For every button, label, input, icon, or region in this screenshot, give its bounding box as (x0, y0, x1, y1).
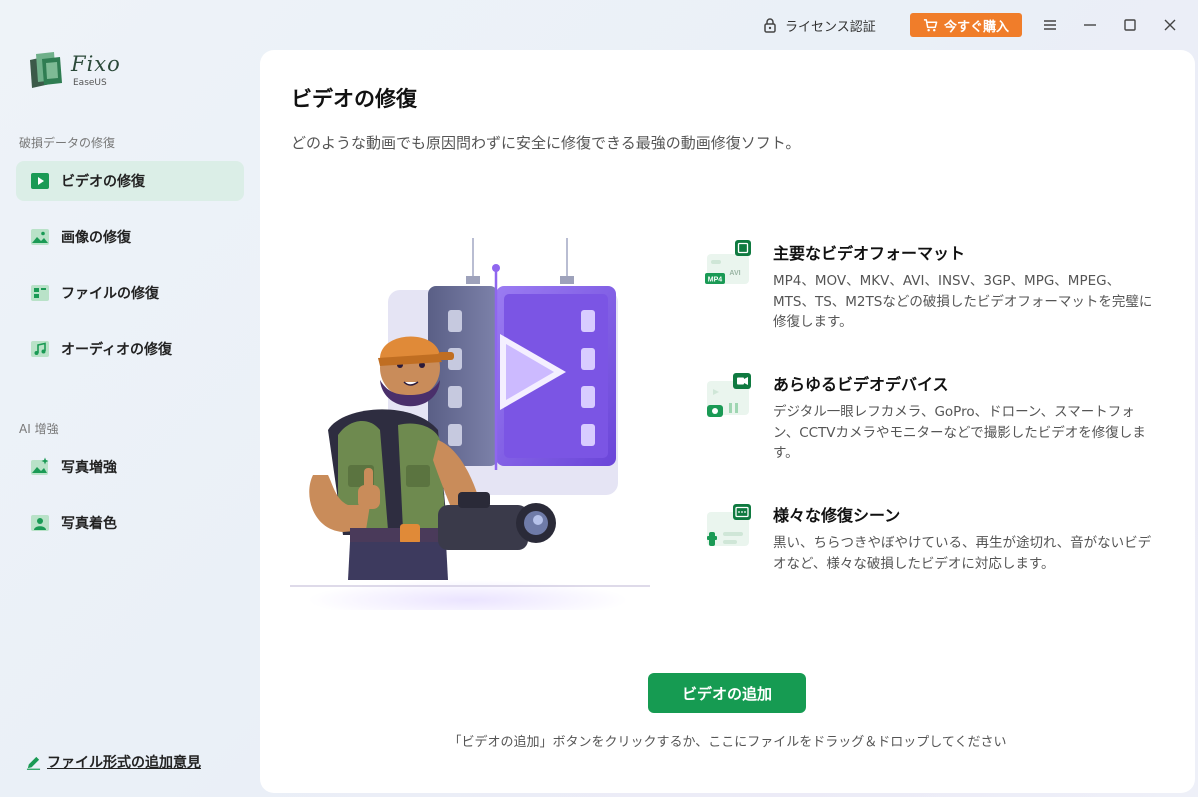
buy-now-button[interactable]: 今すぐ購入 (910, 13, 1022, 37)
page-description: どのような動画でも原因問わずに安全に修復できる最強の動画修復ソフト。 (291, 134, 801, 152)
close-button[interactable] (1157, 12, 1183, 38)
title-bar: ライセンス認証 今すぐ購入 (0, 0, 1198, 50)
section-label-ai: AI 增強 (19, 422, 59, 436)
menu-button[interactable] (1037, 12, 1063, 38)
sidebar-item-label: オーディオの修復 (61, 342, 173, 358)
feature-description: MP4、MOV、MKV、AVI、INSV、3GP、MPG、MPEG、MTS、TS… (773, 273, 1153, 330)
colorize-icon (31, 515, 49, 531)
sidebar-item-photo-colorize[interactable]: 写真着色 (16, 503, 244, 543)
image-icon (31, 229, 49, 245)
add-video-button[interactable]: ビデオの追加 (648, 673, 806, 713)
lock-icon (764, 18, 776, 33)
avi-badge: AVI (729, 270, 740, 277)
sidebar-item-video-repair[interactable]: ビデオの修復 (16, 161, 244, 201)
sidebar-item-label: 写真着色 (61, 516, 117, 532)
feature-title: 様々な修復シーン (773, 506, 901, 525)
sidebar-item-label: ビデオの修復 (61, 174, 145, 190)
app-logo: Fixo EaseUS (26, 50, 146, 92)
buy-now-label: 今すぐ購入 (943, 19, 1009, 35)
cart-icon (923, 18, 938, 31)
feature-description: 黒い、ちらつきやぼやけている、再生が途切れ、音がないビデオなど、様々な破損したビ… (773, 535, 1152, 572)
maximize-icon (1124, 19, 1136, 31)
drag-drop-hint: 「ビデオの追加」ボタンをクリックするか、ここにファイルをドラッグ＆ドロップしてく… (448, 735, 1007, 750)
pencil-icon (26, 756, 41, 770)
hamburger-icon (1044, 20, 1056, 30)
feature-title: 主要なビデオフォーマット (773, 244, 966, 263)
video-format-icon: MP4 AVI (705, 240, 751, 284)
feature-title: あらゆるビデオデバイス (773, 375, 949, 394)
play-icon (31, 173, 49, 189)
feature-repair-scenes: 様々な修復シーン 黒い、ちらつきやぼやけている、再生が途切れ、音がないビデオなど… (703, 502, 1163, 602)
section-label-repair: 破損データの修復 (19, 136, 116, 150)
sidebar-item-label: 画像の修復 (61, 230, 131, 246)
feature-video-devices: あらゆるビデオデバイス デジタル一眼レフカメラ、GoPro、ドローン、スマートフ… (703, 371, 1163, 471)
video-device-icon (707, 373, 751, 417)
license-label: ライセンス認証 (785, 19, 876, 35)
minimize-button[interactable] (1077, 12, 1103, 38)
sidebar-item-file-repair[interactable]: ファイルの修復 (16, 273, 244, 313)
video-repair-illustration (290, 238, 650, 610)
feature-description: デジタル一眼レフカメラ、GoPro、ドローン、スマートフォン、CCTVカメラやモ… (773, 404, 1146, 461)
sidebar-item-label: 写真増強 (61, 460, 117, 476)
sidebar-item-image-repair[interactable]: 画像の修復 (16, 217, 244, 257)
add-video-label: ビデオの追加 (681, 684, 772, 703)
sidebar-item-photo-enhance[interactable]: 写真増強 (16, 447, 244, 487)
repair-scene-icon (707, 504, 751, 546)
maximize-button[interactable] (1117, 12, 1143, 38)
music-icon (31, 341, 49, 357)
format-feedback-link[interactable]: ファイル形式の追加意見 (26, 752, 201, 772)
format-feedback-label: ファイル形式の追加意見 (47, 755, 201, 771)
app-name: Fixo (71, 52, 121, 76)
file-icon (31, 285, 49, 301)
license-activation-button[interactable]: ライセンス認証 (762, 14, 876, 36)
sidebar-item-audio-repair[interactable]: オーディオの修復 (16, 329, 244, 369)
sidebar-item-label: ファイルの修復 (61, 286, 159, 302)
page-title: ビデオの修復 (291, 87, 417, 111)
app-brand: EaseUS (73, 78, 107, 88)
minimize-icon (1084, 24, 1096, 26)
main-panel[interactable]: ビデオの修復 どのような動画でも原因問わずに安全に修復できる最強の動画修復ソフト… (260, 50, 1195, 793)
sparkle-image-icon (31, 457, 49, 475)
feature-video-formats: MP4 AVI 主要なビデオフォーマット MP4、MOV、MKV、AVI、INS… (703, 240, 1163, 340)
fixo-logo-icon (30, 52, 62, 88)
close-icon (1164, 19, 1176, 31)
mp4-badge: MP4 (708, 277, 723, 284)
